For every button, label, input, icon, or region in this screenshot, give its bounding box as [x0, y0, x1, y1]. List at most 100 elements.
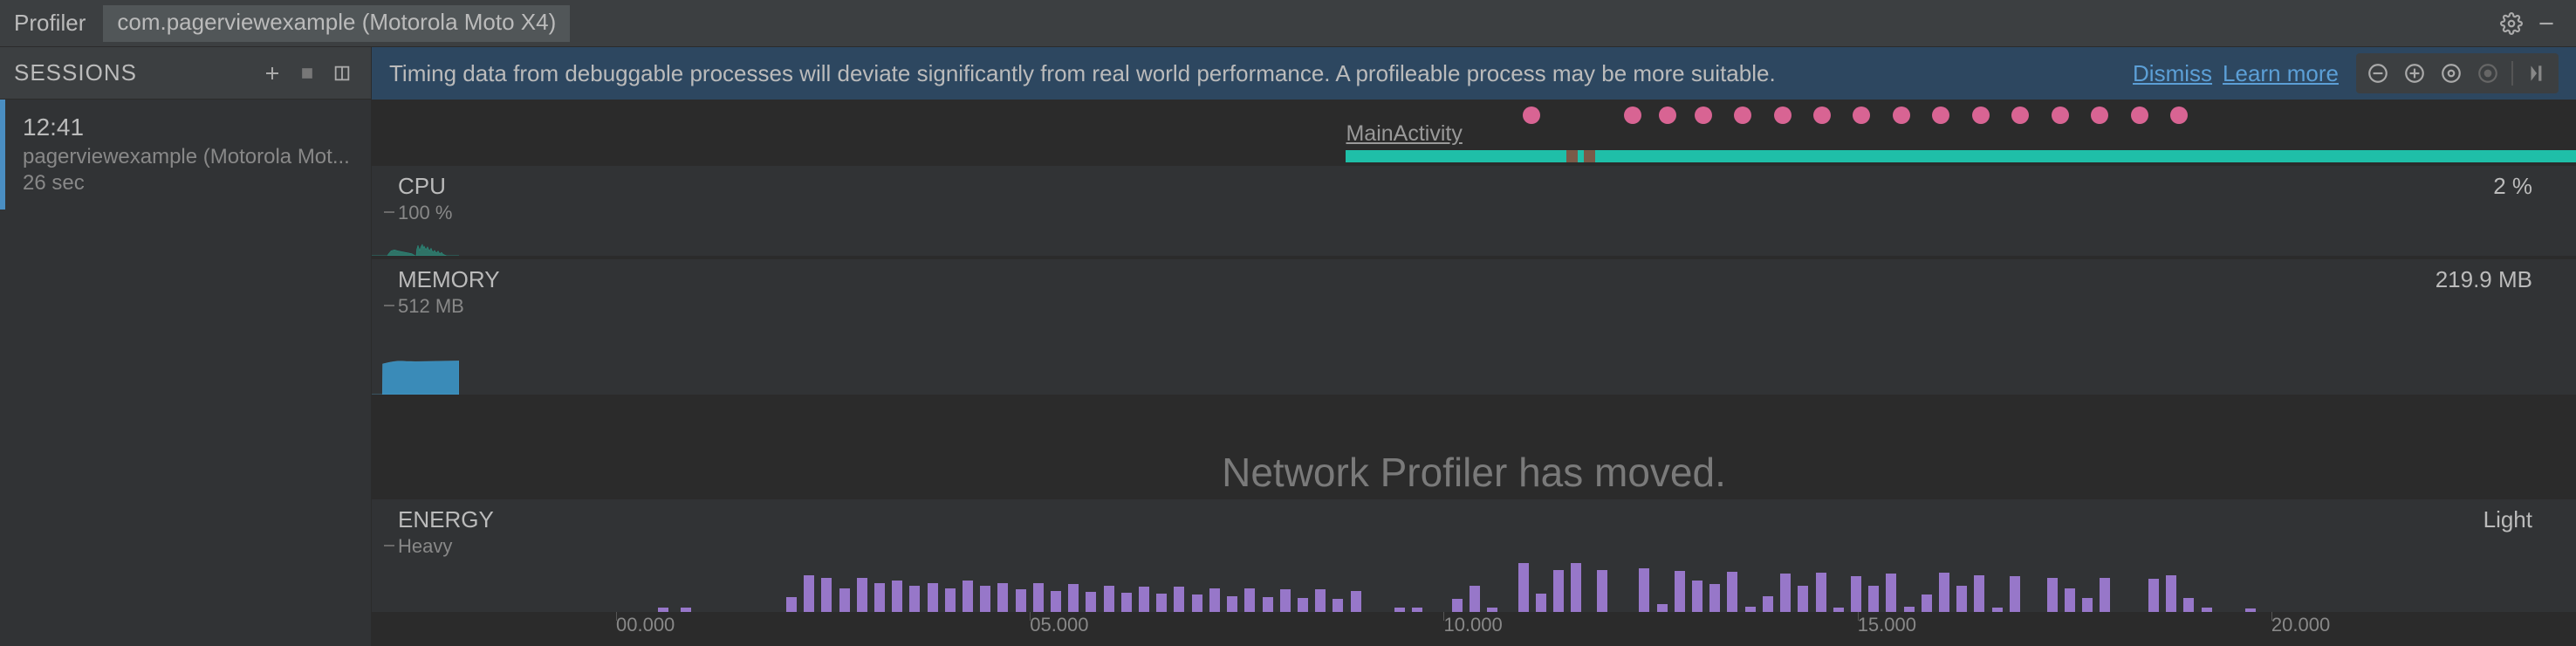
go-live-icon[interactable]: [2520, 57, 2553, 90]
cpu-value: 2 %: [2493, 173, 2532, 200]
input-event-dot: [1853, 107, 1870, 124]
minimize-icon[interactable]: [2531, 8, 2562, 39]
energy-value: Light: [2484, 506, 2532, 533]
axis-tick: 00.000: [616, 614, 675, 636]
zoom-in-icon[interactable]: [2398, 57, 2431, 90]
cpu-label: CPU: [398, 173, 446, 200]
info-banner: Timing data from debuggable processes wi…: [372, 47, 2576, 100]
energy-bar: [1174, 587, 1184, 612]
input-event-dot: [1813, 107, 1831, 124]
energy-bar: [1939, 573, 1949, 611]
energy-bar: [1675, 571, 1685, 612]
energy-bar: [980, 586, 990, 612]
energy-bar: [1209, 588, 1220, 612]
cpu-row[interactable]: CPU 2 % 100 %: [372, 166, 2576, 256]
session-item[interactable]: 12:41 pagerviewexample (Motorola Mot... …: [0, 100, 371, 210]
input-event-dot: [2091, 107, 2108, 124]
separator: [2511, 61, 2513, 86]
zoom-selection-icon[interactable]: [2471, 57, 2504, 90]
energy-bar: [1657, 604, 1668, 612]
energy-bar: [1709, 584, 1720, 611]
energy-bar: [1051, 591, 1061, 612]
energy-bar: [786, 597, 797, 612]
axis-tick: 15.000: [1858, 614, 1916, 636]
input-event-dot: [1932, 107, 1949, 124]
profiler-tab-label[interactable]: Profiler: [14, 10, 86, 37]
events-row: MainActivity: [372, 100, 2576, 162]
energy-bar: [963, 581, 973, 612]
dismiss-link[interactable]: Dismiss: [2133, 60, 2212, 87]
input-event-dot: [1624, 107, 1641, 124]
energy-bar: [857, 578, 867, 612]
energy-bar: [1816, 573, 1826, 611]
energy-bar: [839, 588, 850, 612]
energy-bar: [2100, 578, 2110, 611]
energy-bar: [997, 583, 1008, 612]
energy-bar: [874, 583, 885, 612]
energy-bar: [804, 575, 814, 612]
energy-bar: [945, 588, 956, 612]
energy-bar: [1868, 586, 1879, 612]
axis-tick: 05.000: [1030, 614, 1088, 636]
energy-label: ENERGY: [398, 506, 494, 533]
energy-bar: [928, 583, 938, 612]
stop-session-icon[interactable]: [292, 58, 322, 88]
sessions-header: SESSIONS: [0, 47, 371, 100]
process-tab[interactable]: com.pagerviewexample (Motorola Moto X4): [103, 5, 570, 42]
axis-tick: 10.000: [1443, 614, 1502, 636]
input-event-dot: [1523, 107, 1540, 124]
add-session-icon[interactable]: [257, 58, 287, 88]
energy-bar: [1298, 598, 1308, 612]
memory-label: MEMORY: [398, 266, 500, 293]
energy-bar: [1139, 587, 1149, 612]
info-message: Timing data from debuggable processes wi…: [389, 60, 2122, 87]
memory-row[interactable]: MEMORY 219.9 MB 512 MB: [372, 259, 2576, 395]
input-event-dot: [2011, 107, 2029, 124]
session-elapsed: 26 sec: [23, 171, 353, 196]
input-event-dot: [1659, 107, 1676, 124]
sessions-label: SESSIONS: [14, 59, 252, 86]
energy-bar: [1192, 594, 1202, 611]
learn-more-link[interactable]: Learn more: [2223, 60, 2339, 87]
energy-bar: [1727, 572, 1737, 612]
reset-zoom-icon[interactable]: [2435, 57, 2468, 90]
energy-bar: [1452, 599, 1463, 611]
axis-tick: 20.000: [2271, 614, 2330, 636]
energy-bar: [1068, 584, 1079, 611]
energy-bar: [1798, 586, 1808, 612]
energy-bar: [1227, 596, 1237, 612]
title-bar: Profiler com.pagerviewexample (Motorola …: [0, 0, 2576, 47]
energy-bar: [1763, 596, 1773, 612]
zoom-out-icon[interactable]: [2361, 57, 2394, 90]
session-detail: pagerviewexample (Motorola Mot...: [23, 145, 353, 169]
time-axis: 00.00005.00010.00015.00020.00025.000: [372, 612, 2576, 646]
energy-bar: [1280, 589, 1291, 611]
energy-bar: [1639, 568, 1649, 611]
input-event-dot: [1695, 107, 1712, 124]
energy-scale: Heavy: [372, 535, 2576, 558]
memory-scale: 512 MB: [372, 295, 2576, 318]
energy-row[interactable]: ENERGY Light Heavy: [372, 499, 2576, 612]
energy-bar: [2065, 588, 2075, 611]
collapse-sessions-icon[interactable]: [327, 58, 357, 88]
input-event-dot: [1774, 107, 1792, 124]
energy-bar: [1263, 597, 1273, 612]
chart-area[interactable]: MainActivity CPU 2 % 100 %: [372, 100, 2576, 646]
energy-bar: [2010, 576, 2020, 612]
sessions-panel: SESSIONS 12:41 pagerviewexample (Motorol…: [0, 47, 372, 646]
energy-bar: [1851, 576, 1861, 612]
input-event-dot: [1893, 107, 1910, 124]
energy-bar: [1518, 563, 1529, 611]
session-time: 12:41: [23, 113, 353, 141]
energy-bar: [1156, 594, 1167, 611]
energy-bar: [1121, 593, 1132, 612]
energy-bar: [892, 581, 902, 612]
network-message: Network Profiler has moved.: [1222, 449, 1726, 496]
energy-bar: [2047, 578, 2058, 612]
energy-bar: [1016, 589, 1026, 611]
energy-bar: [1244, 588, 1255, 611]
gear-icon[interactable]: [2496, 8, 2527, 39]
energy-bar: [2166, 575, 2176, 612]
energy-bar: [2183, 598, 2194, 612]
energy-bar: [1974, 575, 1984, 612]
